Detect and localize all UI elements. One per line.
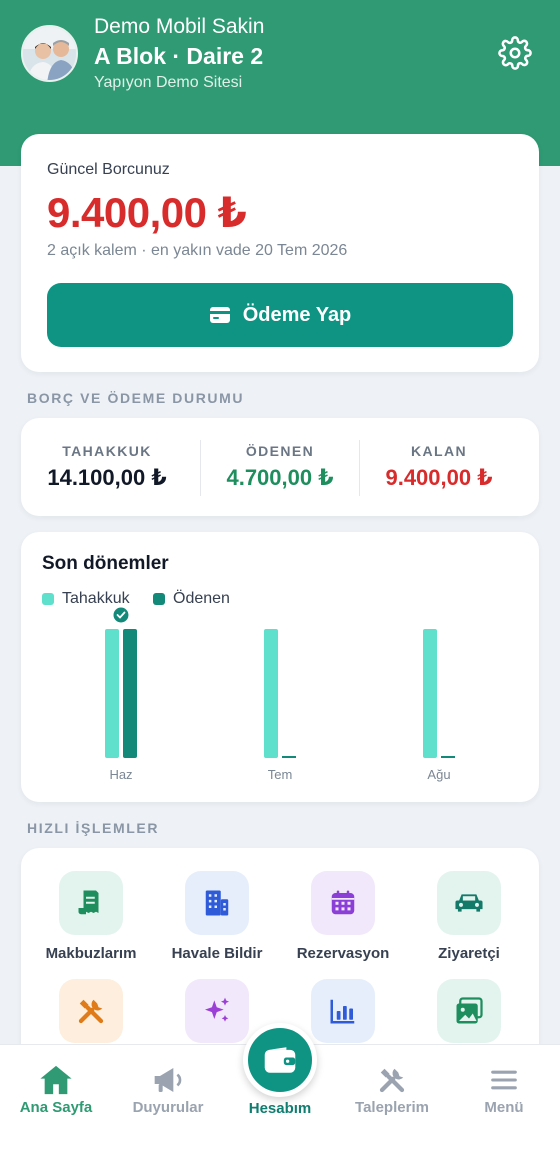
tab-account[interactable] xyxy=(243,1023,317,1097)
tools-icon xyxy=(336,1063,448,1097)
tab-home[interactable]: Ana Sayfa xyxy=(0,1063,112,1116)
bar-tahakkuk-tem xyxy=(264,629,278,758)
unit-title: A Blok · Daire 2 xyxy=(94,43,264,69)
tab-label: Menü xyxy=(484,1099,524,1116)
tab-label: Duyurular xyxy=(132,1099,204,1116)
debt-title: Güncel Borcunuz xyxy=(47,161,170,178)
status-section-label: BORÇ VE ÖDEME DURUMU xyxy=(27,390,245,406)
quick-section-label: HIZLI İŞLEMLER xyxy=(27,820,160,836)
pay-button[interactable]: Ödeme Yap xyxy=(47,283,513,347)
status-card: TAHAKKUK 14.100,00 ₺ ÖDENEN 4.700,00 ₺ K… xyxy=(21,418,539,516)
pay-button-label: Ödeme Yap xyxy=(242,303,352,326)
quick-action-label: Rezervasyon xyxy=(296,945,390,962)
periods-chart-card: Son dönemler Tahakkuk Ödenen Haz Tem Ağu xyxy=(21,532,539,802)
quick-action-label: Ziyaretçi xyxy=(438,945,500,962)
stat-label: KALAN xyxy=(411,443,467,459)
sparkles-icon xyxy=(185,979,249,1043)
gear-icon[interactable] xyxy=(498,36,532,70)
bar-tahakkuk-haz xyxy=(105,629,119,758)
bar-ödenen-tem xyxy=(282,756,296,758)
tab-label: Ana Sayfa xyxy=(19,1099,93,1116)
card-icon xyxy=(209,307,230,323)
stat-accrued: TAHAKKUK 14.100,00 ₺ xyxy=(21,418,193,516)
bar-chart-icon xyxy=(311,979,375,1043)
debt-subtitle: 2 açık kalem · en yakın vade 20 Tem 2026 xyxy=(47,242,348,259)
avatar[interactable] xyxy=(21,25,78,82)
quick-action-reservation[interactable]: Rezervasyon xyxy=(280,871,406,962)
stat-value: 9.400,00 ₺ xyxy=(385,465,493,490)
tools-icon xyxy=(59,979,123,1043)
bar-chart: Haz Tem Ağu xyxy=(105,607,455,782)
car-icon xyxy=(437,871,501,935)
check-icon xyxy=(113,607,129,623)
building-icon xyxy=(185,871,249,935)
wallet-icon xyxy=(264,1047,296,1073)
x-tick-label: Ağu xyxy=(427,767,450,782)
x-tick-label: Haz xyxy=(109,767,132,782)
tab-account-label: Hesabım xyxy=(248,1100,312,1117)
quick-action-receipts[interactable]: Makbuzlarım xyxy=(28,871,154,962)
receipt-icon xyxy=(59,871,123,935)
image-icon xyxy=(437,979,501,1043)
tab-menu[interactable]: Menü xyxy=(448,1063,560,1116)
quick-action-visitor[interactable]: Ziyaretçi xyxy=(406,871,532,962)
tab-requests[interactable]: Taleplerim xyxy=(336,1063,448,1116)
stat-value: 14.100,00 ₺ xyxy=(47,465,167,490)
stat-label: ÖDENEN xyxy=(245,443,315,459)
megaphone-icon xyxy=(112,1063,224,1097)
x-tick-label: Tem xyxy=(268,767,293,782)
stat-value: 4.700,00 ₺ xyxy=(226,465,334,490)
quick-action-tools[interactable] xyxy=(28,979,154,1053)
user-name: Demo Mobil Sakin xyxy=(94,15,265,38)
calendar-icon xyxy=(311,871,375,935)
tab-label: Taleplerim xyxy=(355,1099,429,1116)
quick-action-label: Havale Bildir xyxy=(171,945,263,962)
site-name: Yapıyon Demo Sitesi xyxy=(94,74,243,91)
bar-ödenen-haz xyxy=(123,629,137,758)
debt-amount: 9.400,00 ₺ xyxy=(47,189,247,236)
tab-announcements[interactable]: Duyurular xyxy=(112,1063,224,1116)
bar-ödenen-ağu xyxy=(441,756,455,758)
stat-remaining: KALAN 9.400,00 ₺ xyxy=(353,418,525,516)
home-icon xyxy=(0,1063,112,1097)
debt-card: Güncel Borcunuz 9.400,00 ₺ 2 açık kalem … xyxy=(21,134,539,372)
stat-paid: ÖDENEN 4.700,00 ₺ xyxy=(194,418,366,516)
menu-icon xyxy=(448,1063,560,1097)
quick-action-transfer[interactable]: Havale Bildir xyxy=(154,871,280,962)
quick-action-gallery[interactable] xyxy=(406,979,532,1053)
stat-label: TAHAKKUK xyxy=(62,443,152,459)
quick-action-label: Makbuzlarım xyxy=(45,945,137,962)
bar-tahakkuk-ağu xyxy=(423,629,437,758)
